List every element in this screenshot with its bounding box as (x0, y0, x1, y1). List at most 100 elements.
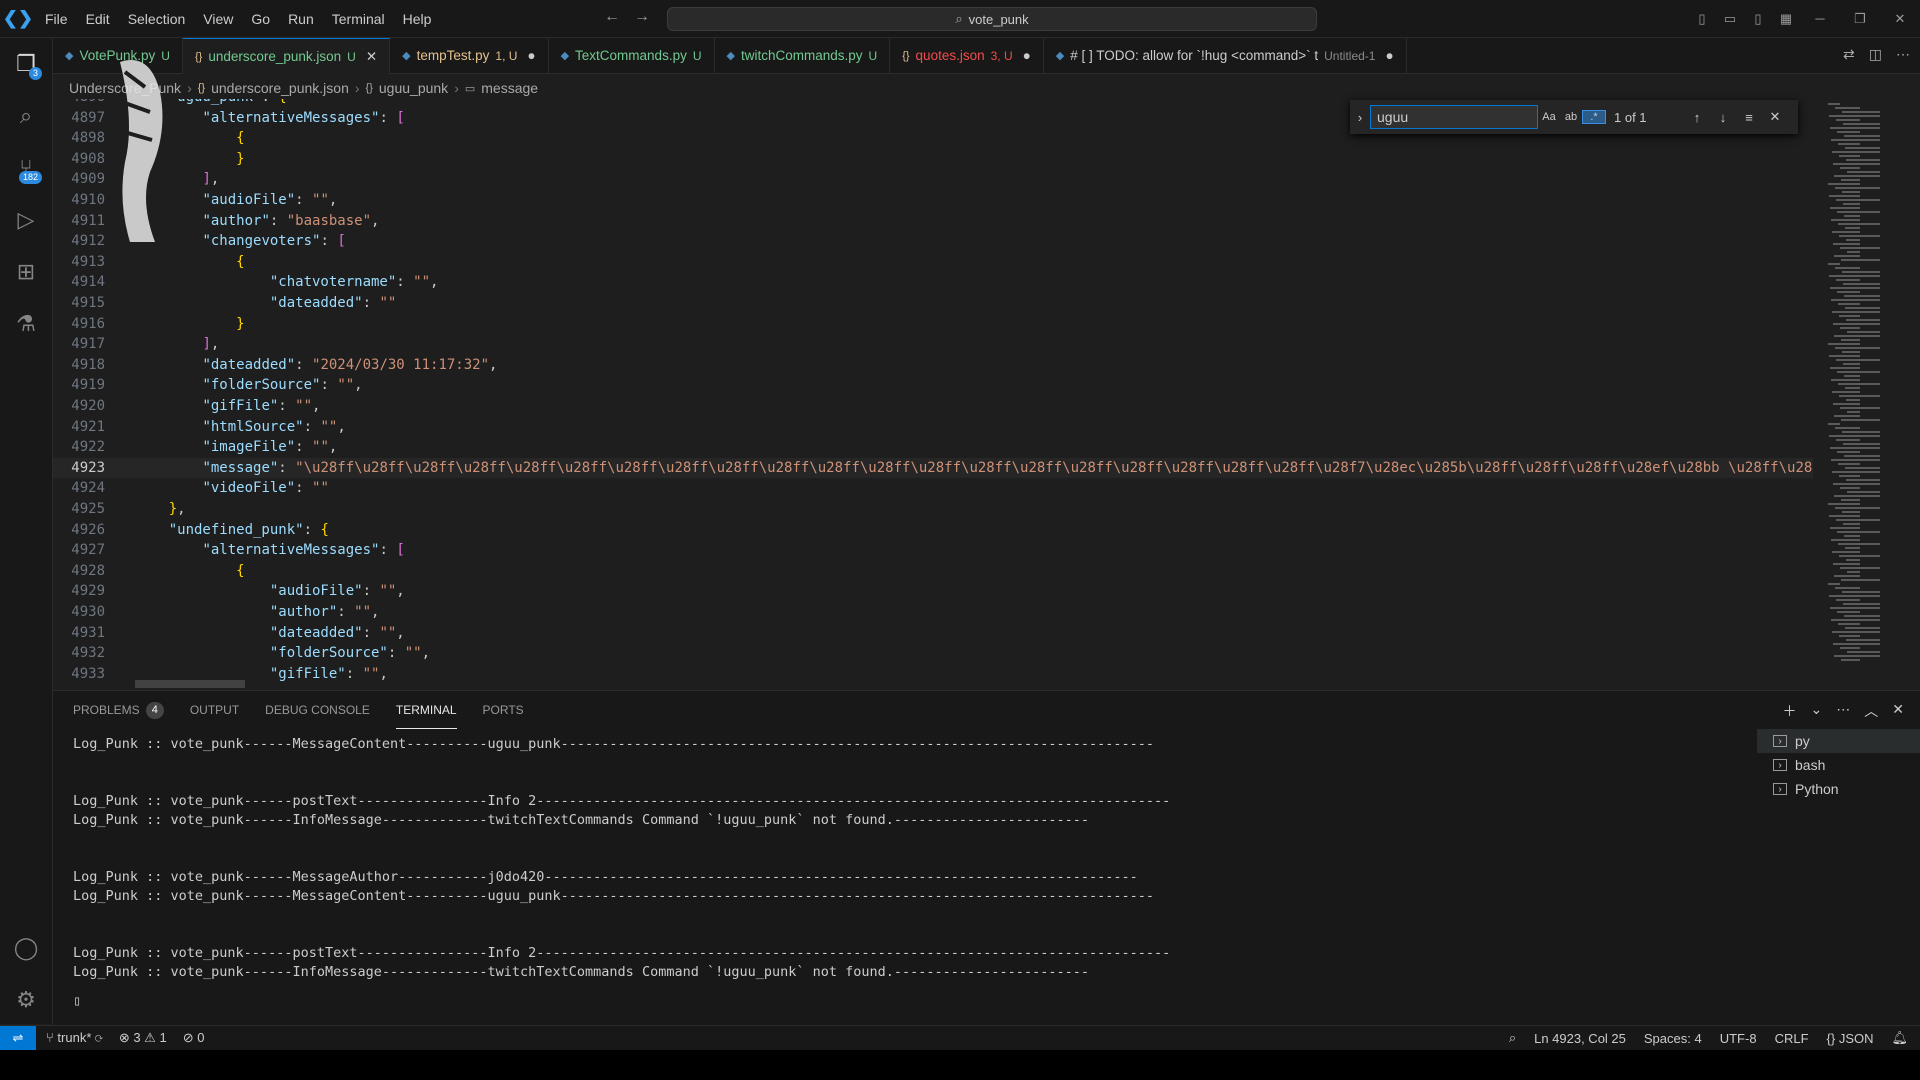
menu-run[interactable]: Run (279, 11, 323, 27)
tab-output[interactable]: OUTPUT (190, 691, 239, 729)
code-line[interactable]: 4914 "chatvotername": "", (53, 272, 1813, 292)
search-view-icon[interactable]: ⌕ (0, 92, 52, 140)
source-control-icon[interactable]: ⑂ 182 (0, 144, 52, 192)
find-input[interactable] (1370, 105, 1538, 129)
breadcrumb-object[interactable]: uguu_punk (379, 80, 448, 96)
use-regex-toggle[interactable]: .* (1582, 110, 1606, 124)
tab-ports[interactable]: PORTS (483, 691, 524, 729)
maximize-panel-icon[interactable]: ︿ (1864, 701, 1878, 721)
code-line[interactable]: 4910 "audioFile": "", (53, 190, 1813, 210)
menu-view[interactable]: View (194, 11, 242, 27)
code-line[interactable]: 4908 } (53, 149, 1813, 169)
terminal-item-py[interactable]: › py (1757, 729, 1920, 753)
menu-selection[interactable]: Selection (119, 11, 195, 27)
terminal-item-bash[interactable]: › bash (1757, 753, 1920, 777)
terminal-dropdown-icon[interactable]: ⌄ (1811, 701, 1823, 721)
code-line[interactable]: 4918 "dateadded": "2024/03/30 11:17:32", (53, 355, 1813, 375)
back-arrow-icon[interactable]: ← (604, 8, 620, 26)
code-line[interactable]: 4911 "author": "baasbase", (53, 211, 1813, 231)
code-line[interactable]: 4925 }, (53, 499, 1813, 519)
more-actions-icon[interactable]: ⋯ (1836, 701, 1850, 721)
menu-help[interactable]: Help (394, 11, 441, 27)
horizontal-scrollbar[interactable] (135, 680, 245, 688)
branch-status[interactable]: ⑂ trunk* ⟳ (46, 1030, 103, 1046)
menu-go[interactable]: Go (242, 11, 279, 27)
tab-temptest[interactable]: ◆ tempTest.py 1, U ● (390, 38, 549, 73)
zoom-icon[interactable]: ⌕ (1509, 1030, 1516, 1046)
ports-status[interactable]: ⊘ 0 (183, 1030, 205, 1046)
close-window-icon[interactable]: ✕ (1880, 11, 1920, 27)
tab-untitled-1[interactable]: ◆ # [ ] TODO: allow for `!hug <command>`… (1044, 38, 1407, 73)
menu-edit[interactable]: Edit (77, 11, 119, 27)
code-line[interactable]: 4909 ], (53, 169, 1813, 189)
code-line[interactable]: 4931 "dateadded": "", (53, 623, 1813, 643)
code-line[interactable]: 4922 "imageFile": "", (53, 437, 1813, 457)
language-mode[interactable]: {} JSON (1827, 1031, 1874, 1046)
next-match-icon[interactable]: ↓ (1710, 110, 1736, 125)
tab-debug-console[interactable]: DEBUG CONSOLE (265, 691, 370, 729)
command-center-search[interactable]: ⌕ vote_punk (667, 7, 1317, 31)
close-panel-icon[interactable]: ✕ (1892, 701, 1904, 721)
code-line[interactable]: 4926 "undefined_punk": { (53, 520, 1813, 540)
toggle-sidebar-icon[interactable]: ▯ (1688, 11, 1716, 27)
notifications-bell-icon[interactable]: 🔔︎ (1891, 1030, 1908, 1046)
accounts-icon[interactable]: ◯ (0, 924, 52, 972)
toggle-panel-icon[interactable]: ▭ (1716, 11, 1744, 27)
toggle-replace-icon[interactable]: › (1350, 110, 1370, 125)
code-line[interactable]: 4920 "gifFile": "", (53, 396, 1813, 416)
code-editor[interactable]: 4896 "uguu_punk": {4897 "alternativeMess… (53, 99, 1813, 689)
terminal-output[interactable]: Log_Punk :: vote_punk------MessageConten… (73, 735, 1170, 1011)
code-line[interactable]: 4913 { (53, 252, 1813, 272)
close-find-icon[interactable]: ✕ (1762, 109, 1788, 125)
customize-layout-icon[interactable]: ▦ (1772, 11, 1800, 27)
code-line[interactable]: 4912 "changevoters": [ (53, 231, 1813, 251)
remote-indicator-icon[interactable]: ⇌ (0, 1026, 36, 1050)
encoding[interactable]: UTF-8 (1720, 1031, 1757, 1046)
new-terminal-icon[interactable]: ＋ (1783, 701, 1797, 721)
minimap[interactable] (1813, 99, 1920, 689)
code-line[interactable]: 4924 "videoFile": "" (53, 478, 1813, 498)
minimize-window-icon[interactable]: ─ (1800, 11, 1840, 26)
forward-arrow-icon[interactable]: → (634, 8, 650, 26)
find-in-selection-icon[interactable]: ≡ (1736, 110, 1762, 125)
code-line[interactable]: 4929 "audioFile": "", (53, 581, 1813, 601)
match-case-toggle[interactable]: Aa (1538, 111, 1560, 123)
code-line[interactable]: 4917 ], (53, 334, 1813, 354)
tab-textcommands[interactable]: ◆ TextCommands.py U (549, 38, 715, 73)
tab-problems[interactable]: PROBLEMS 4 (73, 691, 164, 729)
run-debug-icon[interactable]: ▷ (0, 196, 52, 244)
line-ending[interactable]: CRLF (1775, 1031, 1809, 1046)
code-line[interactable]: 4928 { (53, 561, 1813, 581)
code-line[interactable]: 4927 "alternativeMessages": [ (53, 540, 1813, 560)
breadcrumb-file[interactable]: underscore_punk.json (211, 80, 349, 96)
code-line[interactable]: 4919 "folderSource": "", (53, 375, 1813, 395)
problems-status[interactable]: ⊗ 3 ⚠ 1 (119, 1030, 167, 1046)
code-line[interactable]: 4916 } (53, 314, 1813, 334)
tab-twitchcommands[interactable]: ◆ twitchCommands.py U (715, 38, 891, 73)
split-editor-icon[interactable]: ◫ (1869, 46, 1882, 63)
restore-window-icon[interactable]: ❐ (1840, 11, 1880, 27)
more-actions-icon[interactable]: ⋯ (1896, 46, 1910, 63)
terminal-item-python[interactable]: › Python (1757, 777, 1920, 801)
tab-quotes[interactable]: {} quotes.json 3, U ● (890, 38, 1044, 73)
close-tab-icon[interactable]: ✕ (366, 49, 377, 65)
indentation[interactable]: Spaces: 4 (1644, 1031, 1702, 1046)
tab-underscore-punk[interactable]: {} underscore_punk.json U ✕ (182, 38, 391, 74)
code-line[interactable]: 4932 "folderSource": "", (53, 643, 1813, 663)
match-whole-word-toggle[interactable]: ab (1560, 111, 1582, 123)
explorer-icon[interactable]: ❐ 3 (0, 40, 52, 88)
code-line[interactable]: 4933 "gifFile": "", (53, 664, 1813, 684)
testing-icon[interactable]: ⚗ (0, 300, 52, 348)
code-line[interactable]: 4930 "author": "", (53, 602, 1813, 622)
manage-gear-icon[interactable]: ⚙ (0, 976, 52, 1024)
menu-file[interactable]: File (36, 11, 77, 27)
code-line[interactable]: 4915 "dateadded": "" (53, 293, 1813, 313)
compare-changes-icon[interactable]: ⇄ (1843, 46, 1855, 63)
tab-terminal[interactable]: TERMINAL (395, 691, 457, 729)
toggle-secondary-sidebar-icon[interactable]: ▯ (1744, 11, 1772, 27)
previous-match-icon[interactable]: ↑ (1684, 110, 1710, 125)
menu-terminal[interactable]: Terminal (323, 11, 394, 27)
cursor-position[interactable]: Ln 4923, Col 25 (1534, 1031, 1626, 1046)
code-line[interactable]: 4921 "htmlSource": "", (53, 417, 1813, 437)
code-line[interactable]: 4923 "message": "\u28ff\u28ff\u28ff\u28f… (53, 457, 1813, 478)
